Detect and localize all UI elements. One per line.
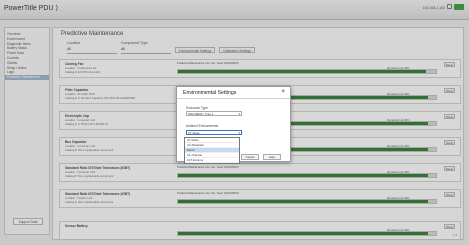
ambient-environment-label: Ambient Environments — [186, 124, 219, 128]
enclosure-type-label: Enclosure Type — [186, 106, 208, 110]
enclosure-type-value: IP20 NEMA / Type 1 — [188, 112, 214, 116]
cancel-button[interactable]: Cancel — [241, 154, 259, 160]
ambient-environment-value: CT Mode — [188, 131, 200, 135]
dialog-divider — [177, 98, 290, 99]
ambient-environment-dropdown: CT Mode CLI Moderate Harsh CLI Tolerate … — [184, 137, 240, 164]
dialog-title: Environmental Settings — [183, 90, 237, 96]
help-button[interactable]: Help — [263, 154, 281, 160]
ambient-environment-select[interactable]: CT Mode ▾ — [186, 130, 242, 135]
close-icon[interactable]: × — [281, 89, 285, 95]
chevron-down-icon: ▾ — [238, 112, 240, 116]
chevron-down-icon: ▾ — [238, 131, 240, 135]
dropdown-option[interactable]: CLT Extreme — [185, 158, 239, 163]
enclosure-type-select[interactable]: IP20 NEMA / Type 1 ▾ — [186, 111, 242, 116]
